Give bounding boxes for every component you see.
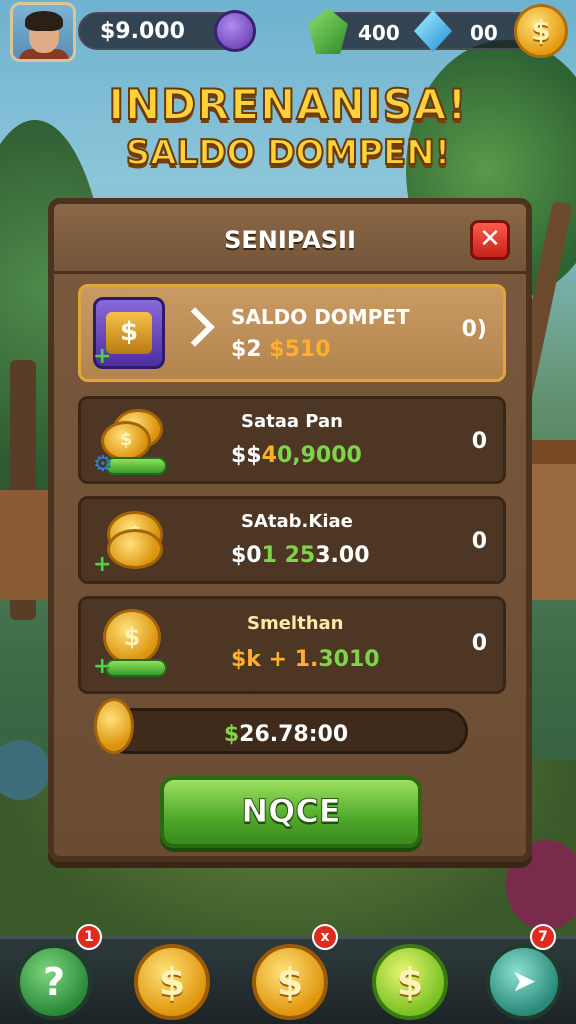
row-amount: $01 253.00 [231,543,370,568]
help-button[interactable]: ? [16,944,92,1020]
amount-prefix: $k [231,647,269,672]
money-value: $9.000 [100,18,185,44]
wallet-row-1[interactable]: $ + SALDO DOMPET $2 $510 0) [78,284,506,382]
plus-icon: + [93,344,112,369]
amount-prefix: $$ [231,443,262,468]
wallet-row-4[interactable]: $ + Smelthan $k + 1.3010 0 [78,596,506,694]
wallet-panel: SENIPASII ✕ $ + SALDO DOMPET $2 $510 0) … [48,198,532,862]
coin-stack-icon: $ ⚙ [93,407,169,477]
amount-rest: 3.00 [315,543,370,568]
row-name: Smelthan [247,613,344,634]
coin-stack-icon: $ + [93,609,169,679]
purple-gem-icon [214,10,256,52]
gear-icon: ⚙ [93,452,113,477]
treasure-chest-icon: $ + [93,297,165,369]
close-button[interactable]: ✕ [470,220,510,260]
row-amount: $k + 1.3010 [231,647,380,672]
player-avatar[interactable] [10,2,76,62]
wallet-row-2[interactable]: $ ⚙ Sataa Pan $$40,9000 0 [78,396,506,484]
total-value: 26.78:00 [239,722,349,747]
amount-rest: 0,9000 [276,443,362,468]
panel-title: SENIPASII [224,226,356,254]
row-name: Sataa Pan [241,411,343,432]
coin-icon [94,698,134,754]
confirm-button[interactable]: NQCE [160,776,422,848]
notification-badge: x [312,924,338,950]
row-amount: $2 $510 [231,337,331,362]
plus-icon: + [93,552,112,577]
row-count: 0 [471,529,487,554]
chevron-right-icon [175,307,215,347]
blue-gem-value: 00 [470,21,498,45]
notification-badge: 1 [76,924,102,950]
amount-highlight: + 1. [268,647,319,672]
wallet-row-3[interactable]: $ + SAtab.Kiae $01 253.00 0 [78,496,506,584]
panel-header: SENIPASII ✕ [54,204,526,274]
coin [107,529,163,569]
plus-icon: + [93,654,112,679]
total-sign: $ [223,722,240,747]
title-line-2: SALDO DOMPEN! [125,132,452,174]
money-counter[interactable]: $9.000 [78,10,256,52]
amount-rest: $510 [269,337,331,362]
row-name: SAtab.Kiae [241,511,353,532]
row-count: 0) [461,317,487,342]
page-title: INDRENANISA! SALDO DOMPEN! [0,79,576,174]
green-gem-icon [308,8,348,54]
top-bar: $9.000 400 00 $ [0,0,576,64]
green-gem-value: 400 [358,21,400,45]
row-amount: $$40,9000 [231,443,362,468]
coin-button-1[interactable]: $ [134,944,210,1020]
total-balance-bar: $26.78:00 [104,708,468,754]
amount-rest: 3010 [318,647,380,672]
resource-counter[interactable]: 400 00 [308,8,538,54]
amount-highlight: 1 25 [261,543,316,568]
total-balance: $26.78:00 [107,722,465,747]
coin-button-2[interactable]: $ [252,944,328,1020]
amount-prefix: $0 [231,543,262,568]
blue-diamond-icon [414,10,452,52]
coin-stack-icon: $ + [93,507,169,577]
row-count: 0 [471,631,487,656]
amount-prefix: $2 [231,337,270,362]
amount-highlight: 4 [261,443,277,468]
notification-badge: 7 [530,924,556,950]
send-button[interactable]: ➤ [486,944,562,1020]
title-line-1: INDRENANISA! [107,79,468,130]
coin-button-3[interactable]: $ [372,944,448,1020]
avatar-hair [25,11,63,31]
row-name: SALDO DOMPET [231,305,410,329]
row-count: 0 [471,429,487,454]
gold-coin-icon[interactable]: $ [514,4,568,58]
